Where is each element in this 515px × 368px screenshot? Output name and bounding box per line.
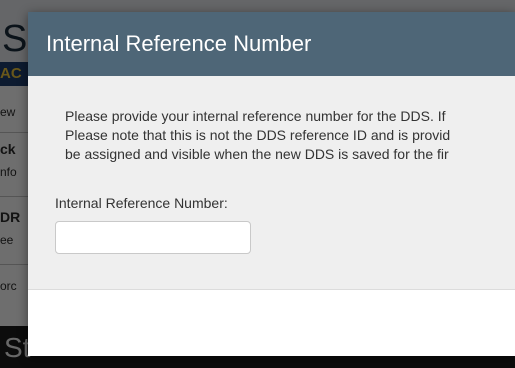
modal-footer xyxy=(28,289,515,356)
modal-instructions: Please provide your internal reference n… xyxy=(65,107,515,164)
internal-reference-input[interactable] xyxy=(55,221,251,254)
modal-instructions-line: be assigned and visible when the new DDS… xyxy=(65,146,449,162)
modal-body: Please provide your internal reference n… xyxy=(28,76,515,289)
modal-instructions-line: Please note that this is not the DDS ref… xyxy=(65,127,451,143)
internal-reference-modal: Internal Reference Number Please provide… xyxy=(28,12,515,356)
modal-title: Internal Reference Number xyxy=(46,31,312,56)
internal-reference-label: Internal Reference Number: xyxy=(55,195,228,211)
modal-instructions-line: Please provide your internal reference n… xyxy=(65,108,446,124)
modal-header: Internal Reference Number xyxy=(28,12,515,76)
